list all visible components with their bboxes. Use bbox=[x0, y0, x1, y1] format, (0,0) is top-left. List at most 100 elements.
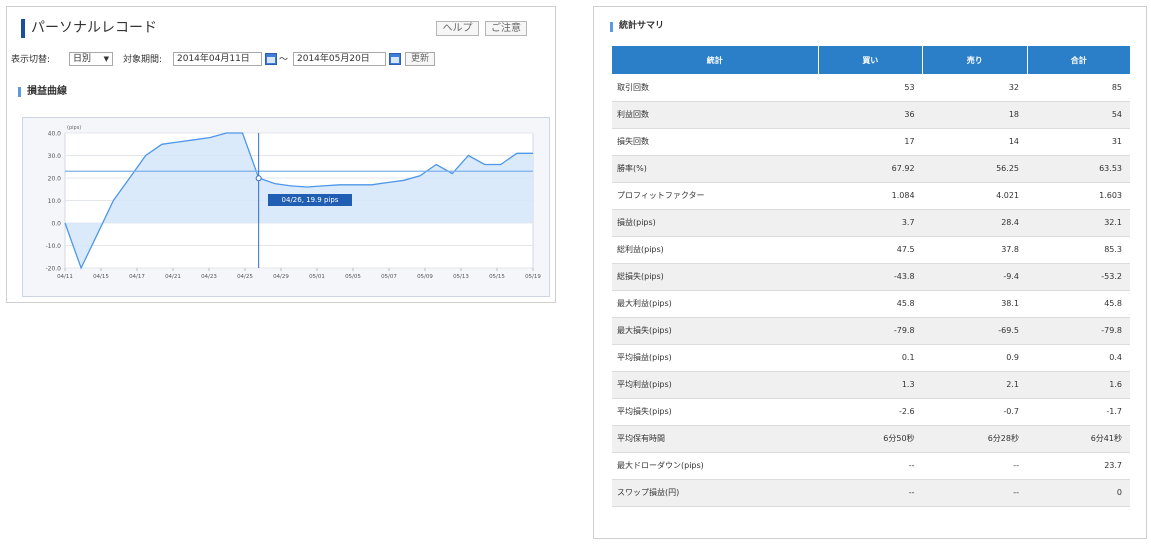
calendar-from-icon[interactable] bbox=[265, 53, 277, 65]
x-tick-label: 05/15 bbox=[489, 274, 505, 280]
x-tick-label: 05/05 bbox=[345, 274, 361, 280]
stats-cell: 1.3 bbox=[818, 371, 923, 399]
stats-cell: -43.8 bbox=[818, 263, 923, 291]
col-header-buy: 買い bbox=[818, 46, 924, 74]
stats-row: 取引回数 53 32 85 bbox=[612, 74, 1130, 102]
stats-cell: -- bbox=[922, 452, 1027, 480]
date-from-input[interactable]: 2014年04月11日 bbox=[173, 52, 262, 66]
stats-cell: 1.603 bbox=[1027, 182, 1130, 210]
range-tilde: ～ bbox=[279, 55, 289, 65]
stats-row-label: 損失回数 bbox=[612, 128, 819, 156]
stats-summary-panel: 統計サマリ 統計 買い 売り 合計 取引回数 53 32 85 利益回数 36 18 54 損失… bbox=[593, 6, 1147, 539]
stats-row: 総損失(pips) -43.8 -9.4 -53.2 bbox=[612, 263, 1130, 291]
y-tick-label: -20.0 bbox=[45, 266, 61, 273]
stats-row-label: 勝率(%) bbox=[612, 155, 819, 183]
stats-row-label: 総利益(pips) bbox=[612, 236, 819, 264]
y-tick-label: 10.0 bbox=[48, 198, 62, 205]
panel-title: パーソナルレコード bbox=[31, 20, 157, 36]
stats-cell: 54 bbox=[1027, 101, 1130, 129]
stats-cell: 37.8 bbox=[922, 236, 1027, 264]
x-tick-label: 04/29 bbox=[273, 274, 289, 280]
stats-cell: 17 bbox=[818, 128, 923, 156]
stats-cell: 6分28秒 bbox=[922, 425, 1027, 453]
stats-row-label: 利益回数 bbox=[612, 101, 819, 129]
stats-cell: 18 bbox=[922, 101, 1027, 129]
stats-cell: 38.1 bbox=[922, 290, 1027, 318]
stats-row: スワップ損益(円) -- -- 0 bbox=[612, 479, 1130, 507]
stats-row-label: 取引回数 bbox=[612, 74, 819, 102]
stats-row-label: 平均損益(pips) bbox=[612, 344, 819, 372]
stats-cell: 1.6 bbox=[1027, 371, 1130, 399]
view-select-value: 日別 bbox=[73, 54, 92, 64]
stats-row: 平均利益(pips) 1.3 2.1 1.6 bbox=[612, 371, 1130, 399]
stats-cell: 6分50秒 bbox=[818, 425, 923, 453]
update-button[interactable]: 更新 bbox=[405, 52, 435, 66]
personal-record-panel: パーソナルレコード ヘルプ ご注意 表示切替: 日別 ▼ 対象期間: 2014年… bbox=[6, 6, 556, 303]
stats-row: 利益回数 36 18 54 bbox=[612, 101, 1130, 129]
stats-cell: 67.92 bbox=[818, 155, 923, 183]
stats-cell: 36 bbox=[818, 101, 923, 129]
stats-cell: 32 bbox=[922, 74, 1027, 102]
stats-cell: 23.7 bbox=[1027, 452, 1130, 480]
y-tick-label: -10.0 bbox=[45, 243, 61, 250]
date-to-input[interactable]: 2014年05月20日 bbox=[293, 52, 386, 66]
stats-row: 平均保有時間 6分50秒 6分28秒 6分41秒 bbox=[612, 425, 1130, 453]
date-from-value: 2014年04月11日 bbox=[177, 54, 250, 64]
stats-row-label: 最大ドローダウン(pips) bbox=[612, 452, 819, 480]
period-label: 対象期間: bbox=[123, 55, 163, 65]
chart-section-bar bbox=[18, 87, 21, 97]
highlight-point bbox=[255, 175, 262, 182]
stats-cell: -- bbox=[818, 452, 923, 480]
stats-cell: 63.53 bbox=[1027, 155, 1130, 183]
chart-tooltip: 04/26, 19.9 pips bbox=[268, 194, 352, 206]
x-tick-label: 05/19 bbox=[525, 274, 541, 280]
stats-cell: -- bbox=[818, 479, 923, 507]
view-select[interactable]: 日別 ▼ bbox=[69, 52, 113, 66]
stats-cell: 56.25 bbox=[922, 155, 1027, 183]
y-tick-label: 30.0 bbox=[48, 153, 62, 160]
help-button[interactable]: ヘルプ bbox=[436, 21, 479, 36]
stats-cell: -79.8 bbox=[1027, 317, 1130, 345]
x-tick-label: 04/17 bbox=[129, 274, 145, 280]
stats-cell: 14 bbox=[922, 128, 1027, 156]
x-tick-label: 05/09 bbox=[417, 274, 433, 280]
stats-row-label: 最大損失(pips) bbox=[612, 317, 819, 345]
stats-row: プロフィットファクター 1.084 4.021 1.603 bbox=[612, 182, 1130, 210]
stats-row-label: 平均利益(pips) bbox=[612, 371, 819, 399]
stats-cell: 47.5 bbox=[818, 236, 923, 264]
stats-row: 総利益(pips) 47.5 37.8 85.3 bbox=[612, 236, 1130, 264]
stats-row: 最大損失(pips) -79.8 -69.5 -79.8 bbox=[612, 317, 1130, 345]
x-tick-label: 04/25 bbox=[237, 274, 253, 280]
stats-section-title: 統計サマリ bbox=[619, 21, 665, 31]
stats-row-label: 平均保有時間 bbox=[612, 425, 819, 453]
stats-cell: 3.7 bbox=[818, 209, 923, 237]
stats-row-label: スワップ損益(円) bbox=[612, 479, 819, 507]
stats-section-bar bbox=[610, 22, 613, 32]
col-header-stat: 統計 bbox=[612, 46, 819, 74]
stats-cell: 0 bbox=[1027, 479, 1130, 507]
caution-button[interactable]: ご注意 bbox=[485, 21, 527, 36]
stats-cell: 0.4 bbox=[1027, 344, 1130, 372]
stats-row: 損益(pips) 3.7 28.4 32.1 bbox=[612, 209, 1130, 237]
stats-cell: -0.7 bbox=[922, 398, 1027, 426]
stats-cell: -9.4 bbox=[922, 263, 1027, 291]
stats-row: 損失回数 17 14 31 bbox=[612, 128, 1130, 156]
stats-cell: 4.021 bbox=[922, 182, 1027, 210]
stats-cell: 2.1 bbox=[922, 371, 1027, 399]
y-tick-label: 0.0 bbox=[51, 221, 61, 228]
stats-cell: 45.8 bbox=[1027, 290, 1130, 318]
stats-cell: 0.1 bbox=[818, 344, 923, 372]
stats-cell: -- bbox=[922, 479, 1027, 507]
update-button-label: 更新 bbox=[410, 54, 429, 64]
col-header-sell: 売り bbox=[922, 46, 1028, 74]
pl-chart: 40.0 30.0 20.0 10.0 0.0 -10.0 -20.0 (pips) 04/11… bbox=[22, 117, 550, 297]
stats-cell: 0.9 bbox=[922, 344, 1027, 372]
stats-row: 最大利益(pips) 45.8 38.1 45.8 bbox=[612, 290, 1130, 318]
title-accent-bar bbox=[21, 19, 25, 38]
stats-row-label: 損益(pips) bbox=[612, 209, 819, 237]
stats-row: 勝率(%) 67.92 56.25 63.53 bbox=[612, 155, 1130, 183]
x-tick-label: 04/11 bbox=[57, 274, 73, 280]
chart-tooltip-text: 04/26, 19.9 pips bbox=[281, 196, 339, 204]
stats-row: 平均損益(pips) 0.1 0.9 0.4 bbox=[612, 344, 1130, 372]
calendar-to-icon[interactable] bbox=[389, 53, 401, 65]
